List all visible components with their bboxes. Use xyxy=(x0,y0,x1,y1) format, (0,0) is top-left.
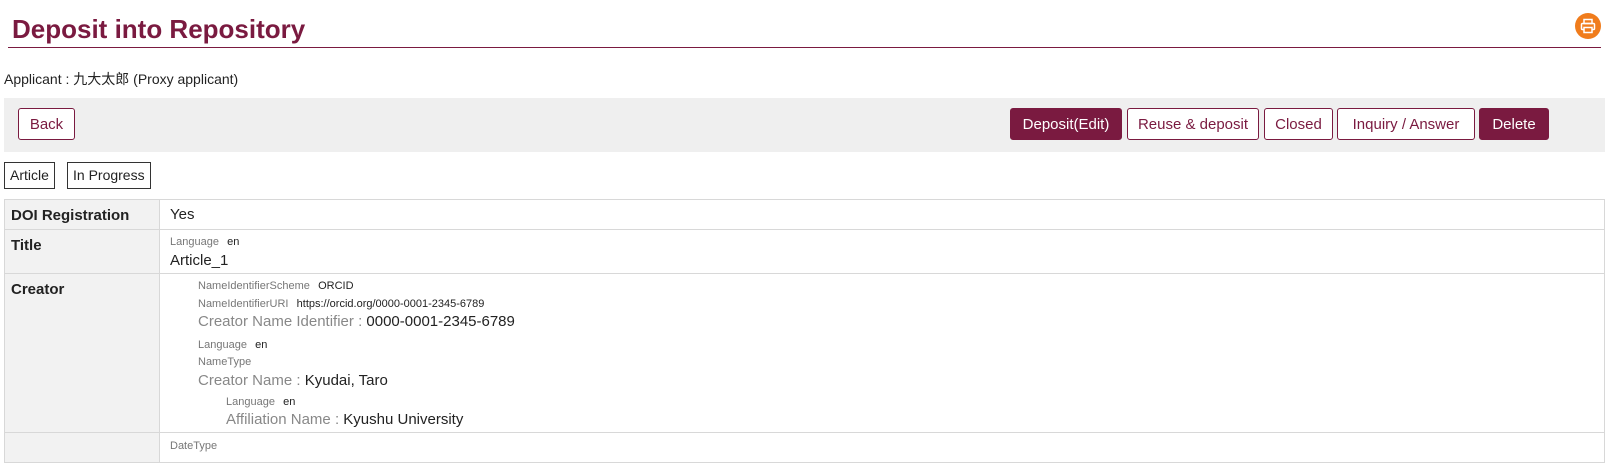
back-button[interactable]: Back xyxy=(18,108,75,140)
title-value: Language en Article_1 xyxy=(159,229,1605,274)
page-header: Deposit into Repository xyxy=(8,8,1601,48)
affiliation-language-value: en xyxy=(283,396,296,408)
affiliation-name-label: Affiliation Name : xyxy=(226,411,340,428)
doi-registration-label: DOI Registration xyxy=(4,199,160,230)
name-identifier-uri-value: https://orcid.org/0000-0001-2345-6789 xyxy=(296,298,485,310)
resource-type-tag: Article xyxy=(4,162,55,189)
creator-name-language-label: Language xyxy=(198,339,247,351)
metadata-table: DOI Registration Yes Title Language en A… xyxy=(4,199,1605,463)
creator-name-language-value: en xyxy=(255,339,268,351)
table-row: Creator NameIdentifierScheme ORCID NameI… xyxy=(4,273,1605,433)
creator-value: NameIdentifierScheme ORCID NameIdentifie… xyxy=(159,273,1605,433)
name-identifier-uri-label: NameIdentifierURI xyxy=(198,298,289,310)
creator-name-label: Creator Name : xyxy=(198,372,301,389)
status-badge: In Progress xyxy=(67,162,151,189)
reuse-deposit-button[interactable]: Reuse & deposit xyxy=(1127,108,1259,140)
action-toolbar: Back Deposit(Edit) Reuse & deposit Close… xyxy=(4,98,1605,152)
inquiry-answer-button[interactable]: Inquiry / Answer xyxy=(1337,108,1475,140)
title-language-label: Language xyxy=(170,236,219,248)
deposit-edit-button[interactable]: Deposit(Edit) xyxy=(1010,108,1122,140)
affiliation-language-label: Language xyxy=(226,396,275,408)
table-row: DOI Registration Yes xyxy=(4,199,1605,230)
table-row: DateType xyxy=(4,432,1605,463)
creator-label: Creator xyxy=(4,273,160,433)
creator-name-value: Kyudai, Taro xyxy=(304,372,388,389)
doi-value-text: Yes xyxy=(170,206,195,223)
next-row-value: DateType xyxy=(159,432,1605,463)
date-type-label: DateType xyxy=(170,440,218,452)
doi-registration-value: Yes xyxy=(159,199,1605,230)
name-identifier-scheme-label: NameIdentifierScheme xyxy=(198,280,310,292)
name-identifier-scheme-value: ORCID xyxy=(318,280,354,292)
creator-name-identifier-label: Creator Name Identifier : xyxy=(198,313,363,330)
title-language-value: en xyxy=(227,236,240,248)
name-type-label: NameType xyxy=(198,356,252,368)
closed-button[interactable]: Closed xyxy=(1264,108,1333,140)
next-row-label xyxy=(4,432,160,463)
table-row: Title Language en Article_1 xyxy=(4,229,1605,274)
page-title: Deposit into Repository xyxy=(12,14,306,44)
affiliation-name-value: Kyushu University xyxy=(343,411,464,428)
applicant-info: Applicant : 九大太郎 (Proxy applicant) xyxy=(4,71,239,87)
creator-name-identifier-value: 0000-0001-2345-6789 xyxy=(366,313,515,330)
print-button[interactable] xyxy=(1575,13,1601,39)
title-label: Title xyxy=(4,229,160,274)
delete-button[interactable]: Delete xyxy=(1479,108,1549,140)
printer-icon xyxy=(1580,18,1596,34)
title-text: Article_1 xyxy=(170,252,229,269)
